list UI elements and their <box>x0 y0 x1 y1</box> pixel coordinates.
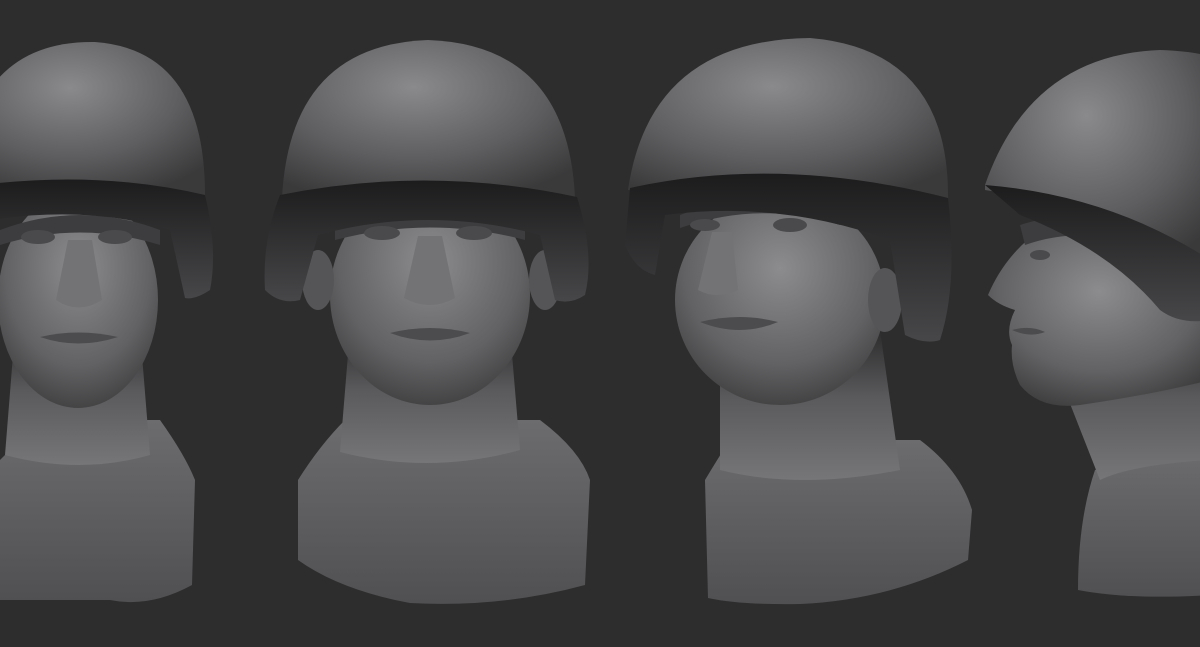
eye-left <box>21 230 55 244</box>
bust-torso <box>1078 450 1200 597</box>
bust-front-left <box>0 41 214 603</box>
eye-right <box>456 226 492 240</box>
bust-profile <box>985 50 1200 597</box>
bust-front-center <box>264 40 590 604</box>
eye-left <box>690 219 720 231</box>
eye-right <box>773 218 807 232</box>
eye-left <box>364 226 400 240</box>
helmet-dome <box>0 41 205 195</box>
eye <box>1030 250 1050 260</box>
render-viewport <box>0 0 1200 647</box>
helmet-dome <box>282 40 575 198</box>
bust-three-quarter <box>625 38 972 605</box>
eye-right <box>98 230 132 244</box>
sculpt-render <box>0 38 1200 605</box>
